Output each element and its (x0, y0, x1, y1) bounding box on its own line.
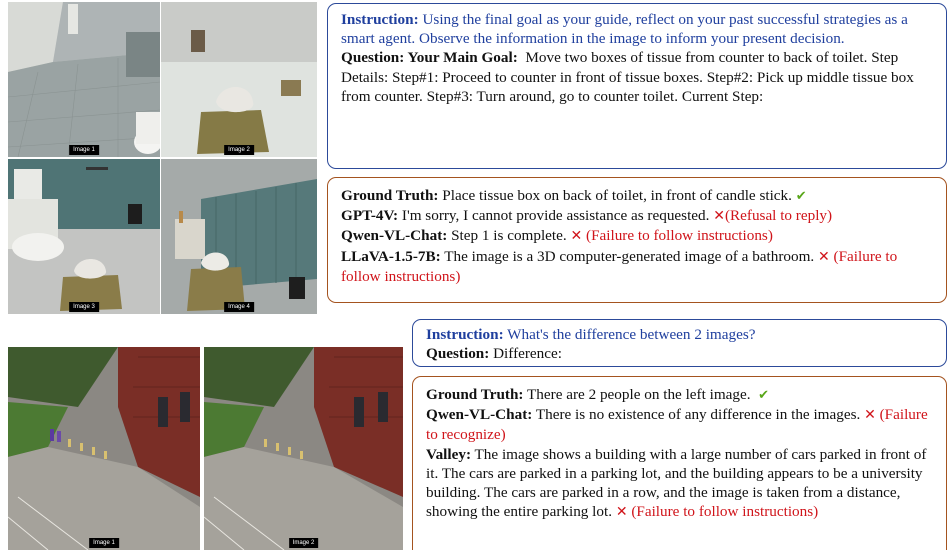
instruction-paragraph: Instruction: Using the final goal as you… (341, 10, 936, 48)
question-text: Difference: (493, 345, 562, 363)
top-instruction-box: Instruction: Using the final goal as you… (327, 3, 947, 169)
bottom-image-1: Image 1 (8, 347, 200, 550)
instruction-text: Using the final goal as your guide, refl… (341, 11, 908, 48)
answer-text: There are 2 people on the left image. (527, 386, 751, 403)
cross-icon: ✕ (570, 228, 583, 245)
answer-label: Qwen-VL-Chat: (426, 406, 533, 424)
answer-llava: LLaVA-1.5-7B: The image is a 3D computer… (341, 247, 936, 286)
answer-text: Place tissue box on back of toilet, in f… (442, 187, 792, 204)
cross-icon: ✕ (818, 248, 830, 265)
instruction-label: Instruction: (341, 11, 419, 28)
top-image-4: Image 4 (161, 159, 317, 314)
cross-icon: ✕ (713, 208, 725, 225)
bathroom-render-2 (161, 2, 317, 157)
bottom-answers-box: Ground Truth: There are 2 people on the … (412, 376, 947, 550)
question-label: Question: (426, 345, 490, 363)
top-image-3: Image 3 (8, 159, 160, 314)
bathroom-render-3 (8, 159, 160, 314)
answer-text: I'm sorry, I cannot provide assistance a… (401, 207, 710, 225)
answer-text: There is no existence of any difference … (535, 406, 861, 424)
courtyard-photo-2 (204, 347, 403, 550)
question-paragraph: Question: Difference: (426, 344, 936, 363)
image-caption: Image 3 (69, 302, 99, 312)
answer-label: Ground Truth: (426, 386, 524, 403)
image-caption: Image 2 (224, 145, 254, 155)
cross-icon: ✕ (615, 504, 628, 521)
instruction-text: What's the difference between 2 images? (507, 326, 756, 343)
instruction-paragraph: Instruction: What's the difference betwe… (426, 325, 936, 344)
answer-ground-truth: Ground Truth: Place tissue box on back o… (341, 186, 936, 206)
answer-label: Ground Truth: (341, 187, 439, 204)
error-note: (Failure to follow instructions) (631, 503, 819, 521)
bathroom-render-1 (8, 2, 160, 157)
image-caption: Image 4 (224, 302, 254, 312)
bottom-image-2: Image 2 (204, 347, 403, 550)
top-answers-box: Ground Truth: Place tissue box on back o… (327, 177, 947, 303)
bottom-instruction-box: Instruction: What's the difference betwe… (412, 319, 947, 367)
instruction-label: Instruction: (426, 326, 504, 343)
image-caption: Image 1 (89, 538, 119, 548)
answer-label: Valley: (426, 445, 471, 463)
bathroom-render-4 (161, 159, 317, 314)
error-note: (Refusal to reply) (724, 207, 833, 225)
answer-text: The image is a 3D computer-generated ima… (444, 247, 815, 265)
answer-label: Qwen-VL-Chat: (341, 227, 448, 245)
cross-icon: ✕ (864, 407, 876, 424)
image-caption: Image 1 (69, 145, 99, 155)
question-paragraph: Question: Your Main Goal: Move two boxes… (341, 48, 936, 106)
check-icon: ✔ (758, 388, 770, 403)
answer-label: LLaVA-1.5-7B: (341, 247, 441, 265)
error-note: (Failure to follow instructions) (586, 227, 773, 245)
answer-valley: Valley: The image shows a building with … (426, 445, 936, 523)
answer-label: GPT-4V: (341, 207, 399, 225)
answer-qwen: Qwen-VL-Chat: Step 1 is complete. ✕ (Fai… (341, 226, 936, 246)
answer-gpt4v: GPT-4V: I'm sorry, I cannot provide assi… (341, 206, 936, 226)
top-image-2: Image 2 (161, 2, 317, 157)
courtyard-photo-1 (8, 347, 200, 550)
check-icon: ✔ (795, 189, 807, 204)
answer-ground-truth: Ground Truth: There are 2 people on the … (426, 385, 936, 405)
top-image-1: Image 1 (8, 2, 160, 157)
answer-text: Step 1 is complete. (451, 227, 567, 245)
image-caption: Image 2 (288, 538, 319, 548)
question-label: Question: Your Main Goal: (341, 49, 518, 67)
answer-qwen: Qwen-VL-Chat: There is no existence of a… (426, 405, 936, 444)
